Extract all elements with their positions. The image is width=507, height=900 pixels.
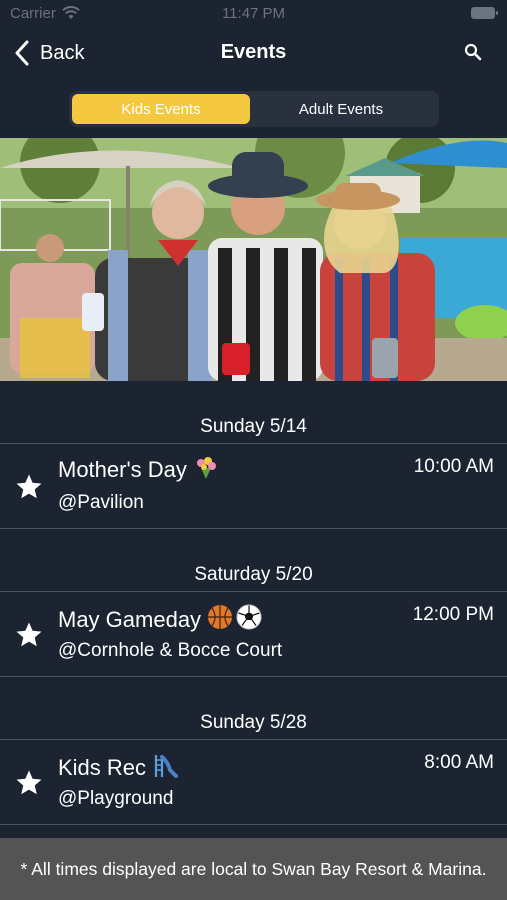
event-row[interactable]: Mother's Day @Pavilion 10:00 AM <box>0 443 507 529</box>
tab-adult-events[interactable]: Adult Events <box>252 94 430 124</box>
section-header: Sunday 5/28 <box>0 677 507 739</box>
section-date: Sunday 5/28 <box>200 712 307 733</box>
battery-icon <box>471 7 498 19</box>
navigation-bar: Back Events <box>0 30 507 74</box>
soccer-ball-icon <box>236 604 262 630</box>
section-date: Sunday 5/14 <box>200 416 307 437</box>
chevron-left-icon <box>15 40 29 66</box>
section-header: Saturday 5/20 <box>0 529 507 591</box>
event-title-text: Mother's Day <box>58 457 187 482</box>
star-icon[interactable] <box>14 472 44 502</box>
tab-kids-events[interactable]: Kids Events <box>72 94 250 124</box>
event-title-text: Kids Rec <box>58 755 147 780</box>
event-row[interactable]: May Gameday @Cornhole & Bocce Court 12:0… <box>0 591 507 677</box>
status-bar: Carrier 11:47 PM <box>0 0 507 28</box>
star-icon[interactable] <box>14 768 44 798</box>
timezone-note: * All times displayed are local to Swan … <box>20 858 487 879</box>
back-button[interactable]: Back <box>14 38 84 68</box>
star-icon[interactable] <box>14 620 44 650</box>
section-date: Saturday 5/20 <box>194 564 313 585</box>
basketball-icon <box>208 605 233 629</box>
hero-photo-illustration <box>0 138 507 381</box>
event-time: 10:00 AM <box>413 456 494 477</box>
back-label: Back <box>40 41 85 64</box>
bouquet-icon <box>196 457 216 479</box>
event-title-text: May Gameday <box>58 607 202 632</box>
search-icon[interactable] <box>463 42 483 62</box>
event-title: Kids Rec <box>58 752 179 781</box>
events-segmented-control: Kids Events Adult Events <box>69 91 439 127</box>
event-time: 12:00 PM <box>412 604 494 625</box>
event-title: May Gameday <box>58 604 262 633</box>
event-time: 8:00 AM <box>424 752 494 773</box>
slide-icon <box>154 755 179 778</box>
event-title: Mother's Day <box>58 456 219 483</box>
section-header: Sunday 5/14 <box>0 381 507 443</box>
events-list: Sunday 5/14 Mother's Day @Pavilion 10:00… <box>0 381 507 825</box>
event-location: @Cornhole & Bocce Court <box>58 640 283 661</box>
event-location: @Pavilion <box>58 492 144 513</box>
event-row[interactable]: Kids Rec @Playground 8:00 AM <box>0 739 507 825</box>
clock: 11:47 PM <box>221 5 286 22</box>
event-location: @Playground <box>58 788 174 809</box>
hero-photo <box>0 138 507 381</box>
timezone-note-bar: * All times displayed are local to Swan … <box>0 838 507 900</box>
